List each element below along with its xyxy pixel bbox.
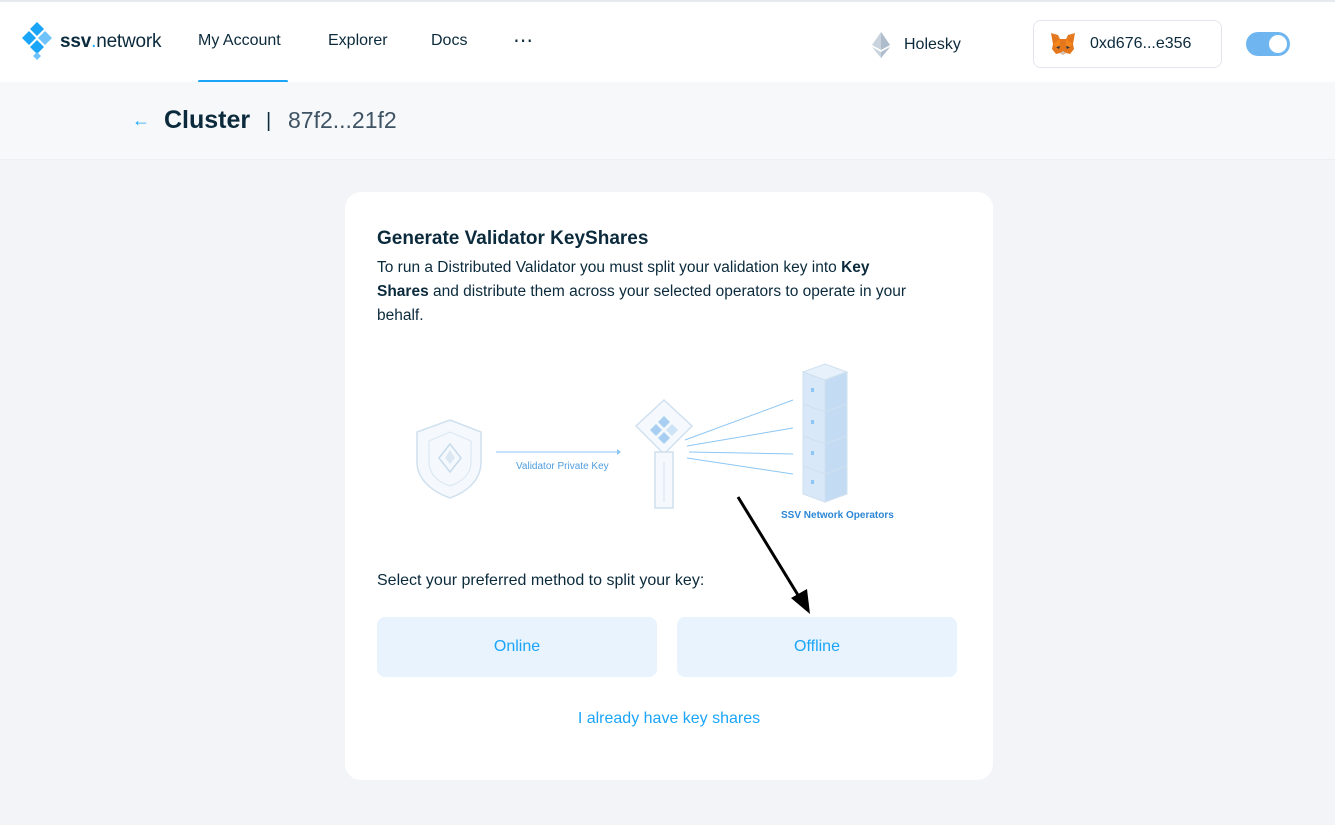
- shield-icon: [416, 419, 482, 499]
- card-description: To run a Distributed Validator you must …: [377, 259, 907, 324]
- back-arrow-icon[interactable]: ←: [132, 110, 150, 131]
- nav-my-account[interactable]: My Account: [198, 32, 281, 50]
- metamask-fox-icon: [1051, 33, 1075, 55]
- cluster-id: 87f2...21f2: [288, 107, 397, 133]
- network-label: Holesky: [904, 36, 961, 53]
- ssv-logo-icon: [22, 22, 52, 60]
- already-have-keyshares-link[interactable]: I already have key shares: [345, 710, 993, 728]
- method-prompt: Select your preferred method to split yo…: [377, 572, 705, 589]
- logo-wordmark: ssv.network: [60, 31, 162, 52]
- generate-keyshares-card: Generate Validator KeyShares To run a Di…: [345, 192, 993, 780]
- online-button[interactable]: Online: [377, 617, 657, 677]
- top-navigation-bar: ssv.network My Account Explorer Docs ⋯ H…: [0, 0, 1335, 83]
- title-separator: |: [266, 110, 272, 132]
- offline-button[interactable]: Offline: [677, 617, 957, 677]
- page-title: Cluster: [164, 106, 251, 134]
- validator-private-key-label: Validator Private Key: [516, 461, 609, 472]
- ssv-network-operators-label: SSV Network Operators: [781, 510, 894, 521]
- more-menu-button[interactable]: ⋯: [513, 28, 534, 53]
- operator-cubes-icon: [801, 363, 849, 503]
- nav-docs[interactable]: Docs: [431, 32, 467, 50]
- key-icon: [634, 398, 694, 509]
- ethereum-icon: [872, 32, 890, 58]
- nav-explorer[interactable]: Explorer: [328, 32, 388, 50]
- network-selector[interactable]: Holesky: [872, 32, 961, 58]
- card-title: Generate Validator KeyShares: [377, 228, 649, 249]
- page-header: ← Cluster | 87f2...21f2: [0, 82, 1335, 160]
- wallet-address: 0xd676...e356: [1090, 35, 1192, 52]
- ssv-logo[interactable]: ssv.network: [22, 22, 162, 62]
- wallet-button[interactable]: 0xd676...e356: [1033, 20, 1222, 68]
- keyshares-diagram: Validator Private Key SSV Network Operat…: [416, 363, 894, 521]
- theme-toggle[interactable]: [1246, 32, 1290, 56]
